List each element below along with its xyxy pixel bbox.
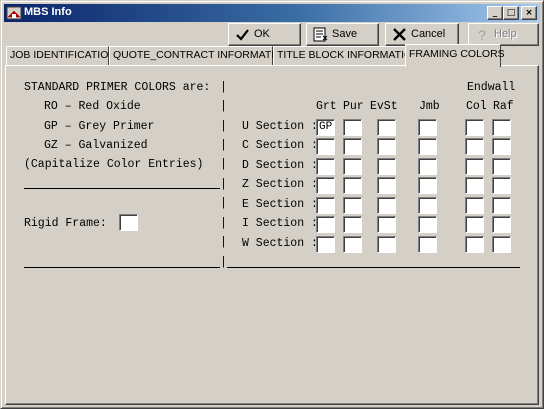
color-input-pur[interactable] xyxy=(343,197,362,214)
color-input-pur[interactable] xyxy=(343,177,362,194)
capitalize-note: (Capitalize Color Entries) xyxy=(24,158,204,171)
color-input-jmb[interactable] xyxy=(418,216,437,233)
left-divider-top xyxy=(24,188,220,189)
separator-pipe: | xyxy=(220,217,227,230)
color-input-pur[interactable] xyxy=(343,138,362,155)
color-input-col[interactable] xyxy=(465,138,484,155)
color-input-pur[interactable] xyxy=(343,236,362,253)
color-input-evst[interactable] xyxy=(377,119,396,136)
separator-pipe: | xyxy=(220,197,227,210)
col-header-grt: Grt xyxy=(316,100,337,113)
color-input-col[interactable] xyxy=(465,158,484,175)
color-input-jmb[interactable] xyxy=(418,197,437,214)
color-input-raf[interactable] xyxy=(492,177,511,194)
section-row-label: I Section : xyxy=(242,217,318,230)
color-input-raf[interactable] xyxy=(492,119,511,136)
section-row-label: U Section : xyxy=(242,120,318,133)
color-input-evst[interactable] xyxy=(377,197,396,214)
section-row-label: E Section : xyxy=(242,198,318,211)
color-input-raf[interactable] xyxy=(492,236,511,253)
color-code-gz: GZ – Galvanized xyxy=(44,139,148,152)
color-input-grt[interactable] xyxy=(316,216,335,233)
section-row-label: D Section : xyxy=(242,159,318,172)
color-code-ro: RO – Red Oxide xyxy=(44,100,141,113)
color-input-col[interactable] xyxy=(465,119,484,136)
section-row-label: C Section : xyxy=(242,139,318,152)
color-input-evst[interactable] xyxy=(377,158,396,175)
separator-pipe: | xyxy=(220,178,227,191)
tab-framing-colors[interactable]: FRAMING COLORS xyxy=(405,44,505,67)
left-divider-bottom xyxy=(24,267,220,268)
color-input-raf[interactable] xyxy=(492,197,511,214)
color-input-pur[interactable] xyxy=(343,119,362,136)
col-header-raf: Raf xyxy=(493,100,514,113)
rigid-frame-input[interactable] xyxy=(119,214,138,231)
separator-pipe: | xyxy=(220,236,227,249)
color-input-pur[interactable] xyxy=(343,216,362,233)
color-input-col[interactable] xyxy=(465,216,484,233)
tab-label: FRAMING COLORS xyxy=(409,48,505,60)
color-input-grt[interactable]: GP xyxy=(316,119,335,136)
col-header-col: Col xyxy=(466,100,487,113)
primer-colors-heading: STANDARD PRIMER COLORS are: xyxy=(24,81,211,94)
color-input-jmb[interactable] xyxy=(418,158,437,175)
separator-pipe: | xyxy=(220,158,227,171)
color-input-raf[interactable] xyxy=(492,138,511,155)
color-input-grt[interactable] xyxy=(316,138,335,155)
color-input-jmb[interactable] xyxy=(418,177,437,194)
color-input-evst[interactable] xyxy=(377,138,396,155)
endwall-header: Endwall xyxy=(467,81,516,94)
rigid-frame-label: Rigid Frame: xyxy=(24,217,107,230)
color-code-gp: GP – Grey Primer xyxy=(44,120,155,133)
color-input-grt[interactable] xyxy=(316,236,335,253)
right-divider-bottom xyxy=(227,267,520,268)
color-input-grt[interactable] xyxy=(316,158,335,175)
color-input-raf[interactable] xyxy=(492,216,511,233)
color-input-col[interactable] xyxy=(465,177,484,194)
color-input-col[interactable] xyxy=(465,236,484,253)
separator-pipe: | xyxy=(220,120,227,133)
color-input-evst[interactable] xyxy=(377,177,396,194)
color-input-raf[interactable] xyxy=(492,158,511,175)
section-row-label: W Section : xyxy=(242,237,318,250)
color-input-grt[interactable] xyxy=(316,197,335,214)
color-input-evst[interactable] xyxy=(377,216,396,233)
color-input-pur[interactable] xyxy=(343,158,362,175)
color-input-col[interactable] xyxy=(465,197,484,214)
separator-pipe: | xyxy=(220,81,227,94)
col-header-evst: EvSt xyxy=(370,100,398,113)
color-input-jmb[interactable] xyxy=(418,236,437,253)
color-input-evst[interactable] xyxy=(377,236,396,253)
separator-pipe: | xyxy=(220,100,227,113)
separator-pipe: | xyxy=(220,139,227,152)
color-input-grt[interactable] xyxy=(316,177,335,194)
color-input-jmb[interactable] xyxy=(418,119,437,136)
section-row-label: Z Section : xyxy=(242,178,318,191)
color-input-jmb[interactable] xyxy=(418,138,437,155)
mbs-info-window: MBS Info _ □ × OK Save Cancel ? Help JOB xyxy=(0,0,544,409)
framing-colors-panel: STANDARD PRIMER COLORS are: RO – Red Oxi… xyxy=(5,65,539,405)
col-header-jmb: Jmb xyxy=(419,100,440,113)
col-header-pur: Pur xyxy=(343,100,364,113)
separator-pipe: | xyxy=(220,256,227,269)
